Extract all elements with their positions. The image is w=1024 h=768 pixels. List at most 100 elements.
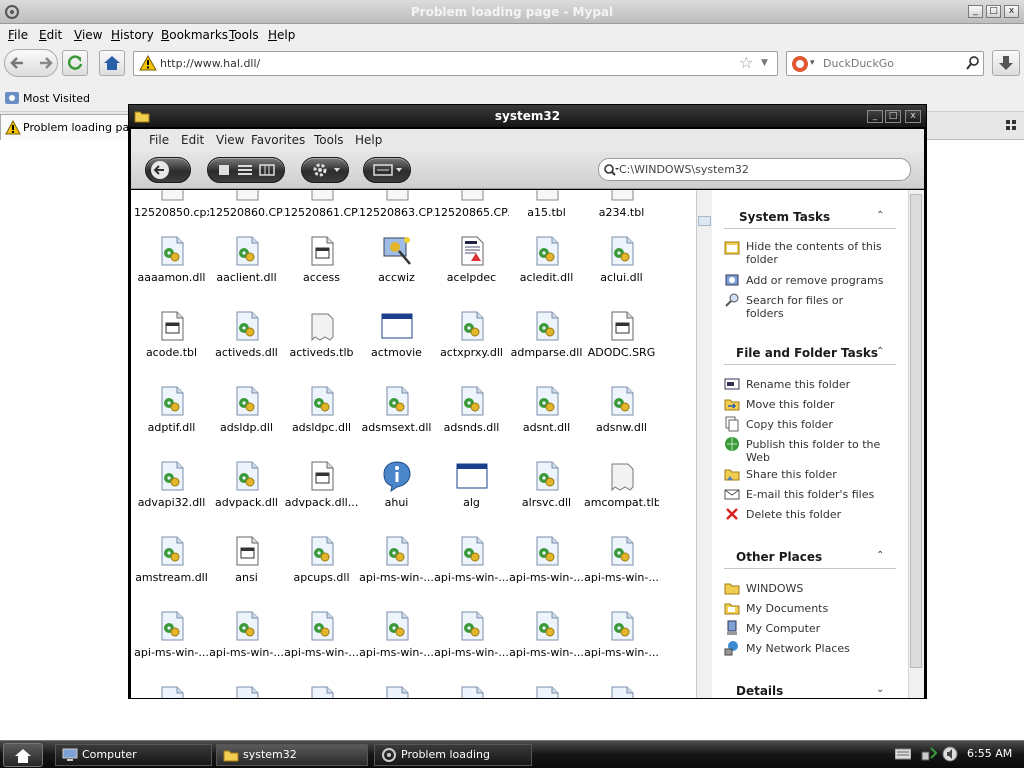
start-button[interactable] (3, 743, 43, 767)
file-item[interactable]: adsnds.dll (434, 385, 509, 460)
explorer-menu-help[interactable]: Help (355, 133, 382, 147)
network-tray-icon[interactable] (921, 746, 939, 762)
taskbar-item-browser[interactable]: Problem loading page... (374, 744, 532, 766)
browser-minimize-button[interactable]: _ (968, 5, 983, 18)
place-my-documents[interactable]: My Documents (746, 602, 828, 615)
file-item[interactable] (209, 685, 284, 698)
explorer-address-bar[interactable]: C:\WINDOWS\system32 (598, 158, 911, 181)
file-item[interactable] (584, 685, 659, 698)
explorer-titlebar[interactable]: system32 _ □ x (129, 105, 926, 127)
url-bar[interactable]: http://www.hal.dll/ ☆ ▼ (133, 51, 778, 76)
taskbar-item-system32[interactable]: system32 (216, 744, 368, 766)
file-item[interactable]: amcompat.tlb (584, 460, 659, 535)
settings-button[interactable] (301, 157, 349, 183)
file-item[interactable] (509, 685, 584, 698)
file-item[interactable]: api-ms-win-... (134, 610, 209, 685)
address-path[interactable]: C:\WINDOWS\system32 (619, 163, 749, 176)
file-item[interactable]: accwiz (359, 235, 434, 310)
file-item[interactable]: ADODC.SRG (584, 310, 659, 385)
file-item[interactable]: adsldp.dll (209, 385, 284, 460)
file-item[interactable]: aclui.dll (584, 235, 659, 310)
place-my-computer[interactable]: My Computer (746, 622, 820, 635)
task-move-folder[interactable]: Move this folder (746, 398, 835, 411)
url-text[interactable]: http://www.hal.dll/ (160, 57, 260, 70)
task-delete-folder[interactable]: Delete this folder (746, 508, 841, 521)
file-item[interactable]: api-ms-win-... (209, 610, 284, 685)
explorer-close-button[interactable]: x (905, 110, 921, 123)
duckduckgo-icon[interactable] (791, 55, 809, 73)
reload-button[interactable] (62, 50, 88, 76)
search-engine-dropdown-icon[interactable]: ▾ (810, 58, 815, 68)
file-folder-tasks-collapse-icon[interactable]: ⌃ (876, 346, 884, 357)
all-tabs-icon[interactable] (1006, 120, 1018, 132)
task-hide-contents[interactable]: Hide the contents of this folder (746, 240, 896, 266)
file-item[interactable] (359, 685, 434, 698)
file-item[interactable]: api-ms-win-... (509, 535, 584, 610)
address-search-icon[interactable] (603, 163, 619, 177)
tab-problem-loading[interactable]: Problem loading page (0, 114, 143, 140)
file-item[interactable]: acledit.dll (509, 235, 584, 310)
file-item[interactable]: apcups.dll (284, 535, 359, 610)
file-item[interactable]: alrsvc.dll (509, 460, 584, 535)
file-item[interactable]: api-ms-win-... (509, 610, 584, 685)
explorer-menu-edit[interactable]: Edit (181, 133, 204, 147)
menu-help[interactable]: Help (268, 28, 295, 42)
file-item[interactable]: admparse.dll (509, 310, 584, 385)
file-item[interactable]: api-ms-win-... (284, 610, 359, 685)
back-icon[interactable] (8, 53, 28, 73)
volume-tray-icon[interactable] (942, 746, 958, 762)
file-item[interactable]: actmovie (359, 310, 434, 385)
file-item[interactable]: api-ms-win-... (584, 535, 659, 610)
file-item[interactable]: advapi32.dll (134, 460, 209, 535)
file-item[interactable]: adsnw.dll (584, 385, 659, 460)
details-expand-icon[interactable]: ⌄ (876, 684, 884, 695)
file-item[interactable]: ahui (359, 460, 434, 535)
search-box[interactable]: ▾ DuckDuckGo (786, 51, 984, 76)
system-tasks-collapse-icon[interactable]: ⌃ (876, 210, 884, 221)
menu-tools[interactable]: Tools (229, 28, 259, 42)
file-scroll-thumb[interactable] (698, 216, 711, 226)
file-item[interactable]: alg (434, 460, 509, 535)
file-item[interactable]: api-ms-win-... (359, 610, 434, 685)
views-button[interactable] (207, 157, 285, 183)
search-icon[interactable] (965, 55, 981, 71)
file-item[interactable]: api-ms-win-... (434, 535, 509, 610)
explorer-back-button[interactable] (145, 157, 191, 183)
explorer-menu-tools[interactable]: Tools (314, 133, 344, 147)
home-button[interactable] (99, 50, 125, 76)
menu-bookmarks[interactable]: Bookmarks (161, 28, 228, 42)
file-item[interactable]: access (284, 235, 359, 310)
file-item[interactable] (434, 685, 509, 698)
downloads-button[interactable] (992, 50, 1020, 76)
file-item[interactable]: adptif.dll (134, 385, 209, 460)
task-search-files[interactable]: Search for files or folders (746, 294, 856, 320)
file-item[interactable]: api-ms-win-... (434, 610, 509, 685)
explorer-menu-favorites[interactable]: Favorites (251, 133, 305, 147)
task-copy-folder[interactable]: Copy this folder (746, 418, 833, 431)
file-item[interactable]: activeds.dll (209, 310, 284, 385)
task-pane-scrollbar[interactable] (908, 190, 924, 698)
menu-file[interactable]: File (8, 28, 28, 42)
file-item[interactable] (134, 685, 209, 698)
menu-view[interactable]: View (74, 28, 102, 42)
file-item[interactable]: aaclient.dll (209, 235, 284, 310)
explorer-minimize-button[interactable]: _ (867, 110, 883, 123)
task-rename-folder[interactable]: Rename this folder (746, 378, 850, 391)
url-dropdown-icon[interactable]: ▼ (761, 58, 768, 68)
file-item[interactable]: adsmsext.dll (359, 385, 434, 460)
file-item[interactable]: actxprxy.dll (434, 310, 509, 385)
task-email-files[interactable]: E-mail this folder's files (746, 488, 874, 501)
menu-history[interactable]: History (111, 28, 154, 42)
file-item[interactable]: acelpdec (434, 235, 509, 310)
forward-icon[interactable] (36, 53, 56, 73)
file-item[interactable]: amstream.dll (134, 535, 209, 610)
file-item[interactable]: acode.tbl (134, 310, 209, 385)
layout-button[interactable] (363, 157, 411, 183)
task-add-remove-programs[interactable]: Add or remove programs (746, 274, 896, 287)
search-placeholder[interactable]: DuckDuckGo (823, 57, 894, 70)
taskbar-item-computer-management[interactable]: Computer Management (55, 744, 212, 766)
file-item[interactable]: adsldpc.dll (284, 385, 359, 460)
file-item[interactable]: ansi (209, 535, 284, 610)
file-item[interactable]: activeds.tlb (284, 310, 359, 385)
bookmark-star-icon[interactable]: ☆ (739, 55, 753, 71)
